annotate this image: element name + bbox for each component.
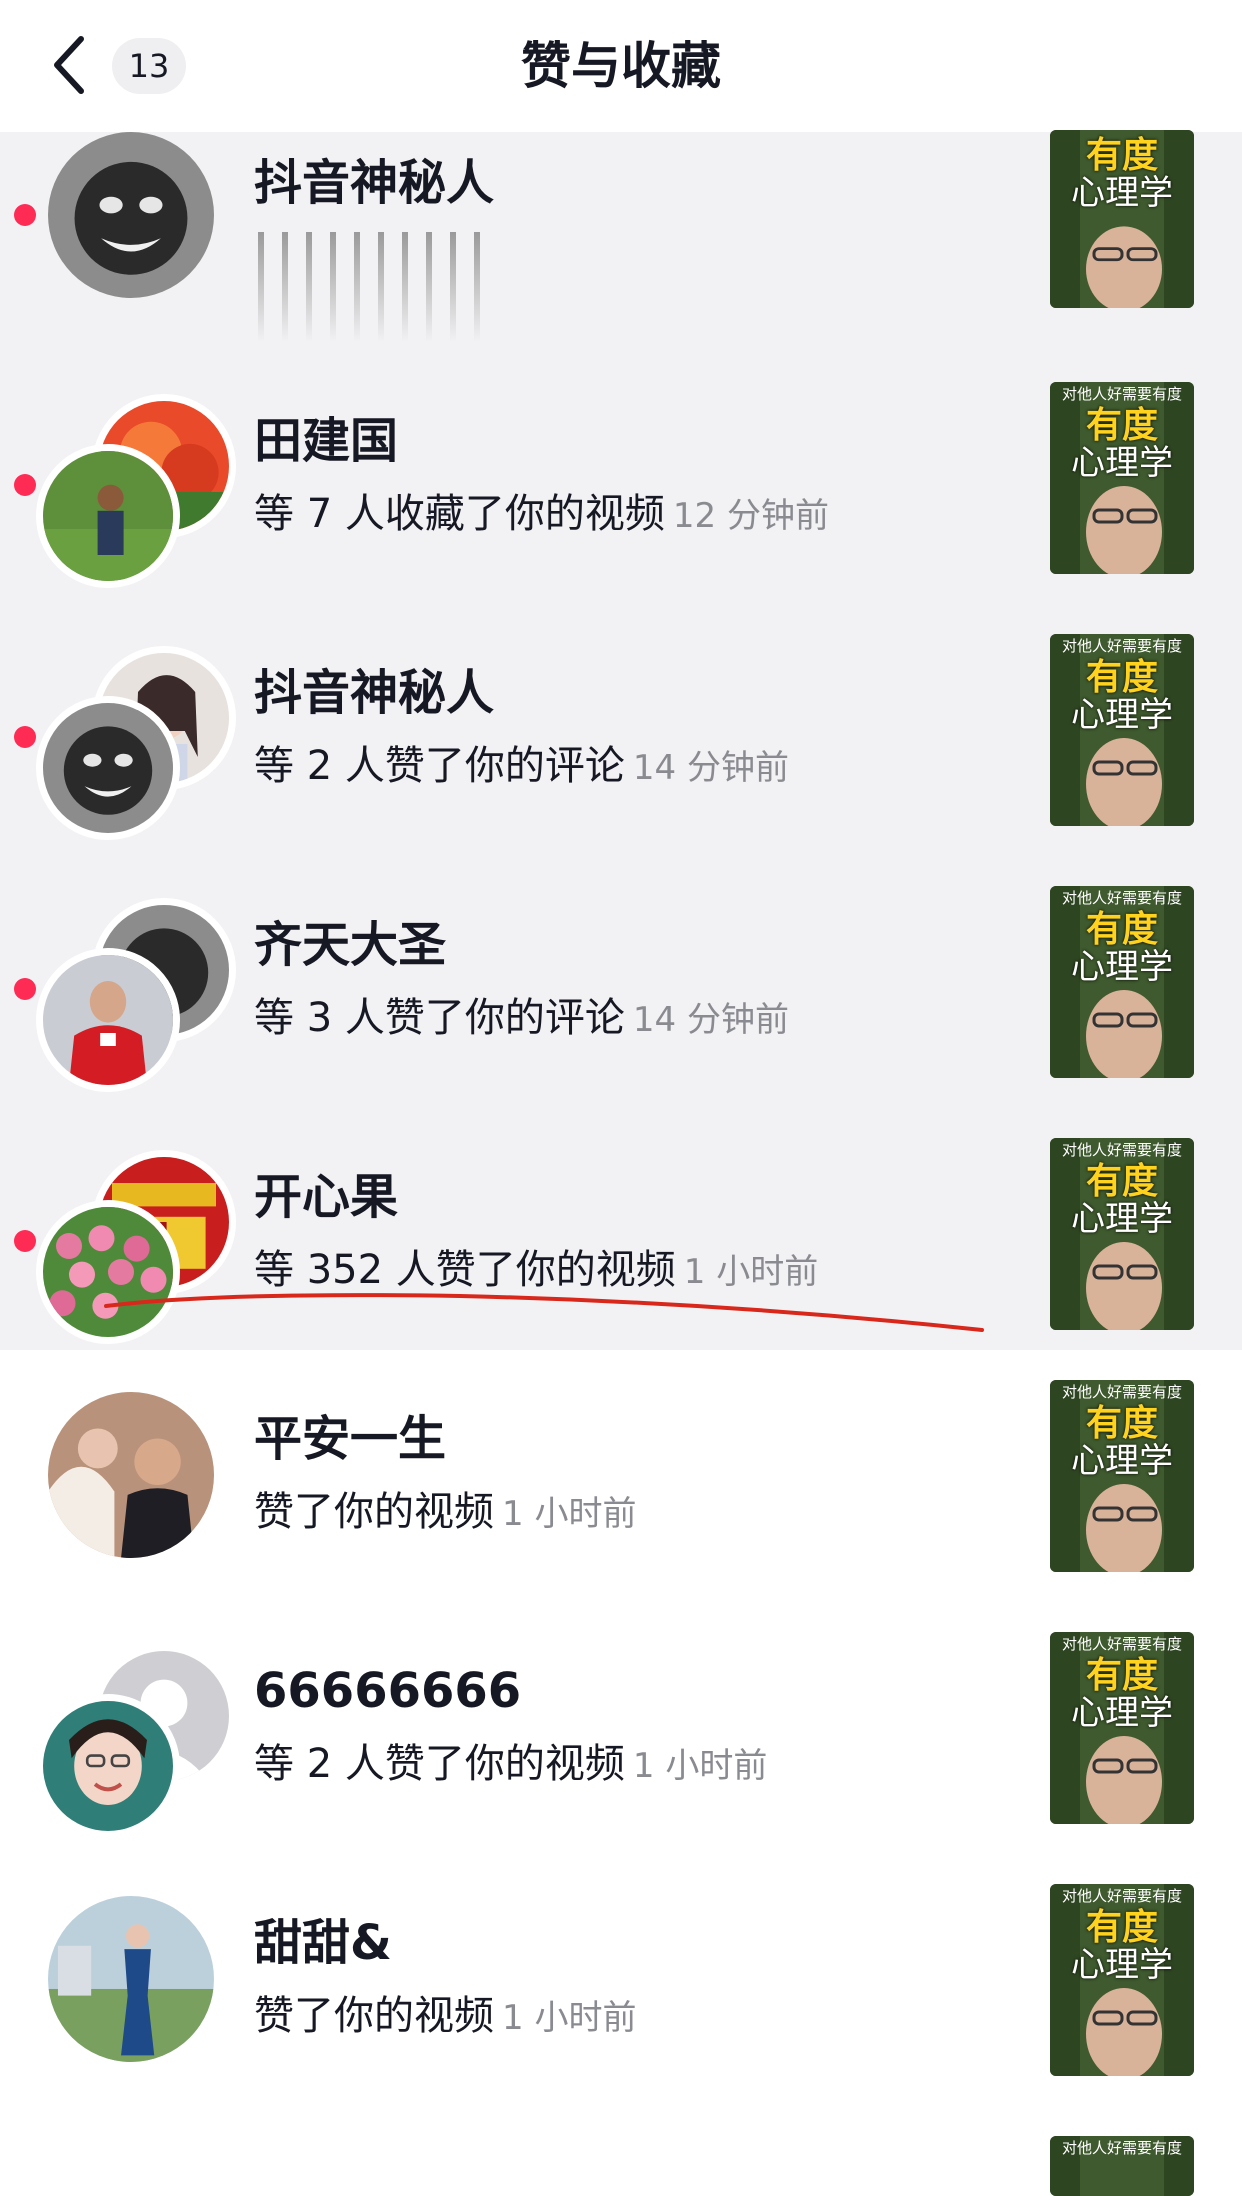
thumbnail-subtitle: 心理学 [1071, 443, 1173, 483]
notification-list: 抖音神秘人 有度 心理学 田建国 等 7 人收藏了你的视频 12 分钟前 对他人… [0, 130, 1242, 2196]
item-name[interactable]: 平安一生 [254, 1408, 446, 1470]
page-title: 赞与收藏 [521, 37, 721, 95]
avatar[interactable] [48, 1896, 214, 2062]
avatar-image [43, 451, 173, 581]
thumbnail-caption: 对他人好需要有度 [1061, 889, 1182, 907]
avatar[interactable] [36, 444, 180, 588]
thumbnail-subtitle: 心理学 [1071, 1945, 1173, 1985]
unread-dot [14, 978, 36, 1000]
avatar-image [43, 703, 173, 833]
avatar-image [48, 132, 214, 298]
video-thumbnail[interactable]: 对他人好需要有度 有度 心理学 [1050, 1380, 1194, 1572]
thumbnail-title: 有度 [1085, 1655, 1158, 1696]
item-name[interactable]: 田建国 [254, 410, 398, 472]
thumbnail-subtitle: 心理学 [1071, 947, 1173, 987]
video-thumbnail[interactable]: 对他人好需要有度 有度 心理学 [1050, 382, 1194, 574]
thumbnail-title: 有度 [1085, 1161, 1158, 1202]
video-thumbnail[interactable]: 对他人好需要有度 有度 心理学 [1050, 1632, 1194, 1824]
item-name[interactable]: 抖音神秘人 [254, 662, 494, 724]
list-item[interactable]: 甜甜& 赞了你的视频 1 小时前 对他人好需要有度 有度 心理学 [0, 1854, 1242, 2106]
action-text: 等 352 人赞了你的视频 [254, 1247, 676, 1293]
thumbnail-caption: 对他人好需要有度 [1061, 1635, 1182, 1653]
avatar[interactable] [36, 948, 180, 1092]
top-bar: 13 赞与收藏 [0, 0, 1242, 133]
list-item[interactable]: 抖音神秘人 有度 心理学 [0, 130, 1242, 352]
video-thumbnail[interactable]: 对他人好需要有度 [1050, 2136, 1194, 2196]
thumbnail-subtitle: 心理学 [1071, 1199, 1173, 1239]
list-item[interactable]: 平安一生 赞了你的视频 1 小时前 对他人好需要有度 有度 心理学 [0, 1350, 1242, 1602]
thumbnail-title: 有度 [1085, 135, 1158, 176]
item-name[interactable]: 甜甜& [254, 1912, 392, 1974]
list-item[interactable]: 66666666 等 2 人赞了你的视频 1 小时前 对他人好需要有度 有度 心理… [0, 1602, 1242, 1854]
thumbnail-title: 有度 [1085, 1907, 1158, 1948]
avatar[interactable] [36, 696, 180, 840]
thumbnail-title: 有度 [1085, 657, 1158, 698]
item-description: 等 2 人赞了你的评论 14 分钟前 [254, 738, 789, 796]
thumbnail-title: 有度 [1085, 909, 1158, 950]
action-text: 等 2 人赞了你的视频 [254, 1741, 625, 1787]
avatar[interactable] [36, 1694, 180, 1838]
thumbnail-caption: 对他人好需要有度 [1061, 1887, 1182, 1905]
unread-dot [14, 474, 36, 496]
list-item[interactable]: 田建国 等 7 人收藏了你的视频 12 分钟前 对他人好需要有度 有度 心理学 [0, 352, 1242, 604]
thumbnail-caption: 对他人好需要有度 [1061, 2139, 1182, 2157]
item-description: 赞了你的视频 1 小时前 [254, 1988, 636, 2046]
unread-dot [14, 726, 36, 748]
video-thumbnail[interactable]: 有度 心理学 [1050, 130, 1194, 308]
action-text: 赞了你的视频 [254, 1993, 494, 2039]
action-text: 等 2 人赞了你的评论 [254, 743, 625, 789]
video-thumbnail[interactable]: 对他人好需要有度 有度 心理学 [1050, 634, 1194, 826]
timestamp: 14 分钟前 [632, 748, 789, 788]
thumbnail-caption: 对他人好需要有度 [1061, 385, 1182, 403]
thumbnail-title: 有度 [1085, 1403, 1158, 1444]
avatar-image [43, 1701, 173, 1831]
avatar-image [48, 1896, 214, 2062]
annotation-underline [104, 1293, 984, 1332]
thumbnail-caption: 对他人好需要有度 [1061, 1383, 1182, 1401]
timestamp: 14 分钟前 [632, 1000, 789, 1040]
item-name[interactable]: 抖音神秘人 [254, 152, 494, 214]
avatar[interactable] [48, 132, 214, 298]
thumbnail-subtitle: 心理学 [1071, 173, 1173, 213]
item-description: 等 2 人赞了你的视频 1 小时前 [254, 1736, 767, 1794]
thumbnail-subtitle: 心理学 [1071, 1441, 1173, 1481]
list-item[interactable]: 齐天大圣 等 3 人赞了你的评论 14 分钟前 对他人好需要有度 有度 心理学 [0, 856, 1242, 1108]
item-name[interactable]: 齐天大圣 [254, 914, 446, 976]
thumbnail-subtitle: 心理学 [1071, 695, 1173, 735]
thumbnail-subtitle: 心理学 [1071, 1693, 1173, 1733]
thumbnail-caption: 对他人好需要有度 [1061, 637, 1182, 655]
item-description: 等 3 人赞了你的评论 14 分钟前 [254, 990, 789, 1048]
action-text: 等 7 人收藏了你的视频 [254, 491, 665, 537]
item-description: 赞了你的视频 1 小时前 [254, 1484, 636, 1542]
timestamp: 1 小时前 [502, 1494, 637, 1534]
unread-dot [14, 1230, 36, 1252]
unread-dot [14, 204, 36, 226]
video-thumbnail[interactable]: 对他人好需要有度 有度 心理学 [1050, 886, 1194, 1078]
timestamp: 12 分钟前 [672, 496, 829, 536]
video-thumbnail[interactable]: 对他人好需要有度 有度 心理学 [1050, 1138, 1194, 1330]
action-text: 等 3 人赞了你的评论 [254, 995, 625, 1041]
thumbnail-title: 有度 [1085, 405, 1158, 446]
timestamp: 1 小时前 [502, 1998, 637, 2038]
action-text: 赞了你的视频 [254, 1489, 494, 1535]
video-thumbnail[interactable]: 对他人好需要有度 有度 心理学 [1050, 1884, 1194, 2076]
list-item[interactable]: 对他人好需要有度 [0, 2106, 1242, 2196]
timestamp: 1 小时前 [632, 1746, 768, 1786]
item-description: 等 7 人收藏了你的视频 12 分钟前 [254, 486, 829, 544]
timestamp: 1 小时前 [683, 1252, 819, 1292]
loading-shimmer [258, 232, 480, 342]
avatar[interactable] [48, 1392, 214, 1558]
list-item[interactable]: 抖音神秘人 等 2 人赞了你的评论 14 分钟前 对他人好需要有度 有度 心理学 [0, 604, 1242, 856]
avatar-image [43, 955, 173, 1085]
avatar-image [48, 1392, 214, 1558]
item-name[interactable]: 66666666 [254, 1660, 521, 1722]
item-name[interactable]: 开心果 [254, 1166, 398, 1228]
thumbnail-caption: 对他人好需要有度 [1061, 1141, 1182, 1159]
